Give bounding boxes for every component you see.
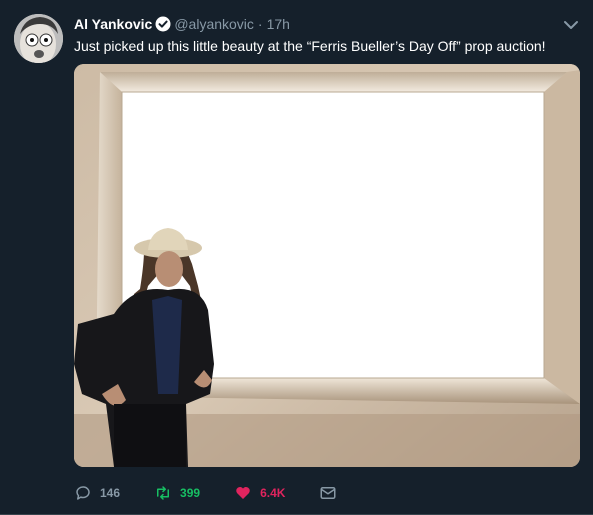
- like-count: 6.4K: [260, 486, 286, 500]
- avatar[interactable]: [14, 14, 63, 63]
- retweet-button[interactable]: 399: [154, 484, 200, 502]
- chevron-down-icon[interactable]: [563, 18, 579, 30]
- handle[interactable]: @alyankovic: [174, 16, 254, 32]
- tweet-header: Al Yankovic @alyankovic · 17h: [74, 15, 553, 33]
- photo-frame-illustration: [74, 64, 580, 467]
- reply-button[interactable]: 146: [74, 484, 120, 502]
- reply-icon: [76, 486, 90, 500]
- reply-count: 146: [100, 486, 121, 500]
- retweet-icon: [157, 486, 170, 500]
- tweet-media-image[interactable]: [74, 64, 580, 467]
- verified-icon: [155, 16, 171, 32]
- tweet-actions: 146 399 6.4K: [74, 483, 379, 503]
- retweet-count: 399: [180, 486, 201, 500]
- envelope-icon: [320, 487, 336, 499]
- tweet-text: Just picked up this little beauty at the…: [74, 38, 546, 54]
- display-name[interactable]: Al Yankovic: [74, 16, 152, 32]
- heart-icon: [236, 487, 250, 499]
- timestamp[interactable]: 17h: [267, 16, 290, 32]
- separator-dot: ·: [257, 16, 263, 32]
- like-button[interactable]: 6.4K: [234, 484, 285, 502]
- direct-message-button[interactable]: [319, 484, 345, 502]
- tweet-card[interactable]: Al Yankovic @alyankovic · 17h Just picke…: [0, 0, 593, 515]
